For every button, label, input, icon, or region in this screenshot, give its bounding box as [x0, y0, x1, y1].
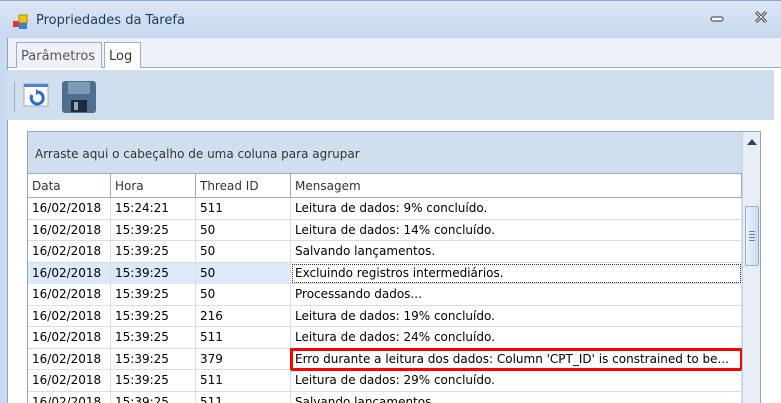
- close-icon: [754, 10, 768, 24]
- cell-mensagem[interactable]: Salvando lançamentos.: [291, 241, 742, 262]
- cell-data[interactable]: 16/02/2018: [28, 198, 111, 219]
- cell-hora[interactable]: 15:24:21: [111, 198, 196, 219]
- cell-data[interactable]: 16/02/2018: [28, 284, 111, 305]
- cell-mensagem[interactable]: Processando dados...: [291, 284, 742, 305]
- toolbar: [7, 70, 774, 120]
- cell-data[interactable]: 16/02/2018: [28, 262, 111, 284]
- cell-mensagem[interactable]: Leitura de dados: 14% concluído.: [291, 219, 742, 241]
- cell-data[interactable]: 16/02/2018: [28, 348, 111, 370]
- cell-data[interactable]: 16/02/2018: [28, 241, 111, 262]
- cell-thread-id[interactable]: 50: [196, 219, 291, 241]
- cell-data[interactable]: 16/02/2018: [28, 305, 111, 327]
- cell-thread-id[interactable]: 379: [196, 348, 291, 370]
- cell-thread-id[interactable]: 50: [196, 262, 291, 284]
- cell-hora[interactable]: 15:39:25: [111, 284, 196, 305]
- tab-log[interactable]: Log: [104, 42, 141, 69]
- table-row[interactable]: 16/02/2018 15:39:25 50 Leitura de dados: 14…: [28, 219, 742, 241]
- table-row[interactable]: 16/02/2018 15:24:21 511 Leitura de dados: 9…: [28, 198, 742, 220]
- cell-hora[interactable]: 15:39:25: [111, 391, 196, 403]
- minimize-icon: [710, 16, 724, 22]
- column-header-thread-id[interactable]: Thread ID: [196, 174, 291, 198]
- cell-thread-id[interactable]: 511: [196, 391, 291, 403]
- title-bar: Propriedades da Tarefa: [0, 0, 781, 38]
- save-icon: [62, 81, 96, 113]
- cell-thread-id[interactable]: 511: [196, 370, 291, 391]
- cell-hora[interactable]: 15:39:25: [111, 241, 196, 262]
- grid-rows: 16/02/2018 15:24:21 511 Leitura de dados: 9…: [28, 198, 743, 403]
- column-header-data[interactable]: Data: [28, 174, 111, 198]
- table-row[interactable]: 16/02/2018 15:39:25 216 Leitura de dados: 1…: [28, 305, 742, 327]
- cell-mensagem[interactable]: Salvando lançamentos.: [291, 391, 742, 403]
- cell-data[interactable]: 16/02/2018: [28, 391, 111, 403]
- cell-mensagem[interactable]: Leitura de dados: 19% concluído.: [291, 305, 742, 327]
- cell-thread-id[interactable]: 511: [196, 198, 291, 219]
- cell-data[interactable]: 16/02/2018: [28, 327, 111, 348]
- tab-parametros[interactable]: Parâmetros: [16, 42, 102, 68]
- scroll-thumb[interactable]: [745, 206, 759, 266]
- cell-mensagem[interactable]: Leitura de dados: 9% concluído.: [291, 198, 742, 219]
- app-icon: [13, 14, 28, 29]
- cell-hora[interactable]: 15:39:25: [111, 370, 196, 391]
- table-row[interactable]: 16/02/2018 15:39:25 511 Leitura de dados: 2…: [28, 370, 742, 392]
- cell-hora[interactable]: 15:39:25: [111, 262, 196, 284]
- cell-hora[interactable]: 15:39:25: [111, 327, 196, 348]
- cell-hora[interactable]: 15:39:25: [111, 348, 196, 370]
- scroll-up-arrow-icon[interactable]: [747, 139, 757, 145]
- table-row[interactable]: 16/02/2018 15:39:25 511 Leitura de dados: 2…: [28, 327, 742, 349]
- cell-thread-id[interactable]: 511: [196, 327, 291, 348]
- cell-hora[interactable]: 15:39:25: [111, 305, 196, 327]
- cell-mensagem[interactable]: Leitura de dados: 29% concluído.: [291, 370, 742, 391]
- table-row[interactable]: 16/02/2018 15:39:25 50 Processando dados...: [28, 284, 742, 306]
- minimize-button[interactable]: [707, 11, 727, 29]
- cell-mensagem[interactable]: Excluindo registros intermediários.: [291, 262, 742, 284]
- table-row[interactable]: 16/02/2018 15:39:25 50 Excluindo registros …: [28, 262, 742, 284]
- group-panel[interactable]: Arraste aqui o cabeçalho de uma coluna p…: [28, 132, 742, 173]
- vertical-scrollbar[interactable]: [742, 132, 760, 403]
- column-header-mensagem[interactable]: Mensagem: [291, 174, 742, 198]
- tab-strip: Parâmetros Log: [7, 38, 781, 69]
- window-title: Propriedades da Tarefa: [36, 13, 185, 28]
- cell-data[interactable]: 16/02/2018: [28, 370, 111, 391]
- table-row[interactable]: 16/02/2018 15:39:25 511 Salvando lançamento…: [28, 391, 742, 403]
- toolbar-grip: [14, 82, 16, 112]
- cell-mensagem[interactable]: Erro durante a leitura dos dados: Column…: [290, 347, 743, 371]
- refresh-icon: [23, 83, 49, 107]
- grid-header: Data Hora Thread ID Mensagem: [28, 173, 742, 198]
- table-row[interactable]: 16/02/2018 15:39:25 50 Salvando lançamentos…: [28, 241, 742, 263]
- column-header-hora[interactable]: Hora: [111, 174, 196, 198]
- cell-mensagem[interactable]: Leitura de dados: 24% concluído.: [291, 327, 742, 348]
- log-grid: Arraste aqui o cabeçalho de uma coluna p…: [27, 131, 761, 403]
- close-button[interactable]: [751, 10, 771, 29]
- cell-hora[interactable]: 15:39:25: [111, 219, 196, 241]
- table-row-error[interactable]: 16/02/2018 15:39:25 379 Erro durante a leit…: [28, 347, 743, 371]
- cell-data[interactable]: 16/02/2018: [28, 219, 111, 241]
- cell-thread-id[interactable]: 50: [196, 241, 291, 262]
- refresh-button[interactable]: [21, 80, 55, 114]
- save-button[interactable]: [61, 80, 96, 114]
- cell-thread-id[interactable]: 50: [196, 284, 291, 305]
- cell-thread-id[interactable]: 216: [196, 305, 291, 327]
